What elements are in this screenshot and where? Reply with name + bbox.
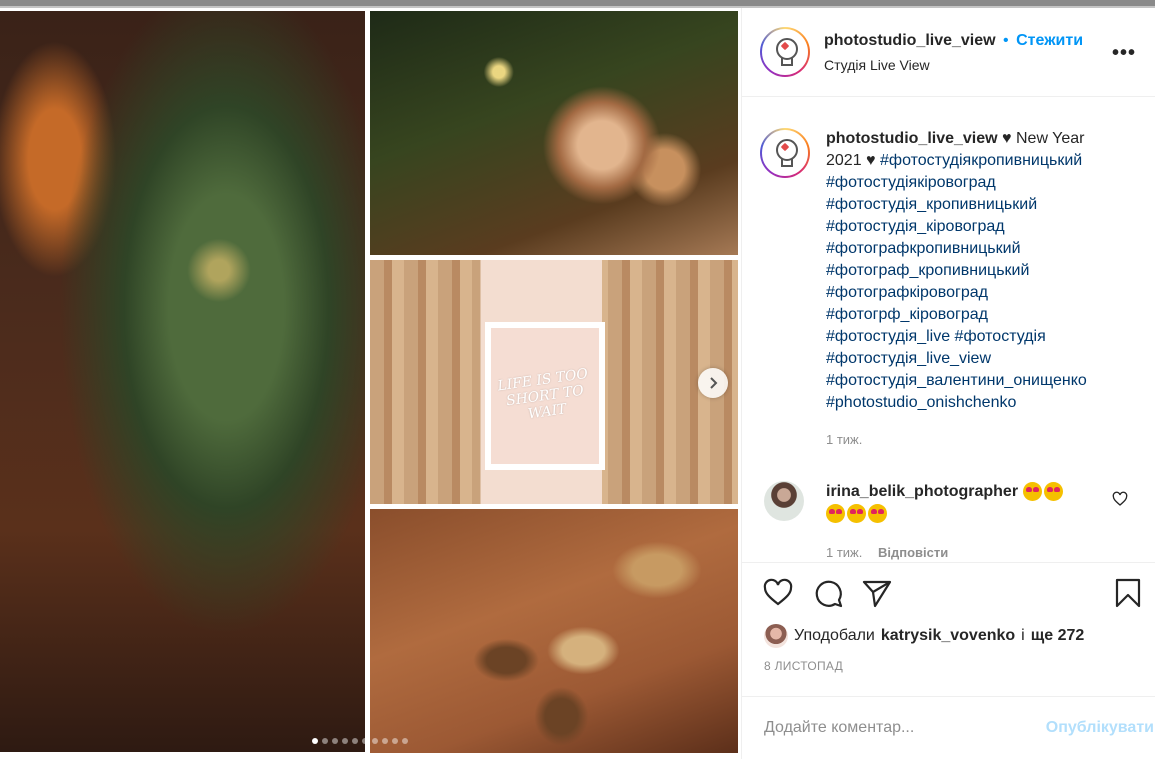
likes-prefix: Уподобали — [794, 627, 875, 644]
carousel-indicator — [312, 738, 408, 744]
post-header: photostudio_live_view • Стежити Студія L… — [742, 8, 1155, 97]
follow-button[interactable]: Стежити — [1016, 32, 1083, 49]
author-avatar[interactable] — [760, 27, 810, 77]
save-icon — [1115, 578, 1141, 608]
caption-author-avatar[interactable] — [760, 128, 810, 178]
post-sidebar: photostudio_live_view • Стежити Студія L… — [741, 8, 1155, 759]
hashtag-link[interactable]: #фотограф_кропивницький — [826, 260, 1146, 282]
photo-ornament — [370, 11, 738, 255]
caption-text-1: ♥ New Year — [1002, 130, 1085, 147]
post-caption: photostudio_live_view ♥ New Year 2021 ♥ … — [826, 128, 1146, 451]
heart-icon — [763, 578, 793, 606]
photo-books-frame: LIFE IS TOO SHORT TO WAIT — [370, 260, 738, 504]
instagram-post-window: LIFE IS TOO SHORT TO WAIT photostudio_li… — [0, 0, 1155, 759]
liker-avatar[interactable] — [764, 624, 788, 648]
lightbulb-logo-icon — [774, 139, 798, 167]
commenter-username[interactable]: irina_belik_photographer — [826, 483, 1018, 500]
more-options-icon[interactable]: ••• — [1112, 42, 1136, 65]
hashtag-link[interactable]: #фотостудія_кіровоград — [826, 216, 1146, 238]
hashtag-link[interactable]: #photostudio_onishchenko — [826, 392, 1146, 414]
comment-icon — [815, 580, 843, 608]
comments-area[interactable]: photostudio_live_view ♥ New Year 2021 ♥ … — [742, 98, 1155, 563]
post-date[interactable]: 8 ЛИСТОПАД — [764, 659, 843, 673]
likes-middle: і — [1021, 627, 1025, 644]
carousel-dot — [322, 738, 328, 744]
heart-eyes-emoji — [847, 504, 866, 524]
author-username[interactable]: photostudio_live_view — [824, 32, 996, 49]
hashtag-link[interactable]: #фотогрф_кіровоград — [826, 304, 1146, 326]
save-button[interactable] — [1112, 577, 1144, 609]
hashtag-link[interactable]: #фотостудіякіровоград — [826, 172, 1146, 194]
photo-pinecones — [370, 509, 738, 753]
separator-dot: • — [1003, 32, 1009, 49]
carousel-dot — [362, 738, 368, 744]
share-icon — [862, 580, 892, 608]
add-comment-bar: Опублікувати — [742, 696, 1155, 759]
likes-count[interactable]: ще 272 — [1031, 627, 1085, 645]
comment-input[interactable] — [764, 715, 1014, 741]
heart-eyes-emoji — [826, 504, 845, 524]
carousel-dot — [332, 738, 338, 744]
comment-button[interactable] — [812, 577, 844, 609]
post-location[interactable]: Студія Live View — [824, 57, 930, 73]
carousel-dot — [402, 738, 408, 744]
caption-time[interactable]: 1 тиж. — [826, 429, 1146, 451]
carousel-next-button[interactable] — [698, 368, 728, 398]
framed-quote: LIFE IS TOO SHORT TO WAIT — [485, 322, 605, 470]
like-button[interactable] — [762, 577, 794, 609]
hashtag-link[interactable]: #фотостудія — [955, 328, 1046, 345]
carousel-dot — [392, 738, 398, 744]
likes-summary: Уподобали katrysik_vovenko і ще 272 — [764, 624, 1084, 648]
hashtag-link[interactable]: #фотостудіякропивницький — [880, 152, 1082, 169]
chevron-right-icon — [710, 377, 718, 389]
hashtag-link[interactable]: #фотостудія_live — [826, 328, 950, 345]
framed-quote-text: LIFE IS TOO SHORT TO WAIT — [496, 365, 589, 423]
hashtag-link[interactable]: #фотостудія_кропивницький — [826, 194, 1146, 216]
share-button[interactable] — [861, 577, 893, 609]
commenter-avatar[interactable] — [764, 481, 804, 521]
carousel-dot — [382, 738, 388, 744]
reply-button[interactable]: Відповісти — [878, 545, 948, 560]
comment-time[interactable]: 1 тиж. — [826, 545, 862, 560]
post-media-carousel[interactable]: LIFE IS TOO SHORT TO WAIT — [0, 8, 741, 759]
carousel-dot — [312, 738, 318, 744]
liker-username[interactable]: katrysik_vovenko — [881, 627, 1015, 645]
heart-eyes-emoji — [868, 504, 887, 524]
caption-username[interactable]: photostudio_live_view — [826, 130, 998, 147]
comment-like-heart-icon[interactable] — [1112, 491, 1128, 507]
publish-button[interactable]: Опублікувати — [1046, 719, 1154, 737]
heart-eyes-emoji — [1043, 482, 1063, 502]
hashtag-link[interactable]: #фотографкіровоград — [826, 282, 1146, 304]
action-bar — [742, 562, 1155, 622]
heart-eyes-emoji — [1022, 482, 1042, 502]
hashtag-link[interactable]: #фотостудія_live_view — [826, 348, 1146, 370]
carousel-dot — [342, 738, 348, 744]
caption-text-2: 2021 ♥ — [826, 152, 876, 169]
hashtag-link[interactable]: #фотостудія_валентини_онищенко — [826, 370, 1146, 392]
browser-top-edge — [0, 0, 1155, 8]
photo-christmas-tree — [0, 11, 365, 752]
lightbulb-logo-icon — [774, 38, 798, 66]
hashtag-link[interactable]: #фотографкропивницький — [826, 238, 1146, 260]
carousel-dot — [352, 738, 358, 744]
carousel-dot — [372, 738, 378, 744]
